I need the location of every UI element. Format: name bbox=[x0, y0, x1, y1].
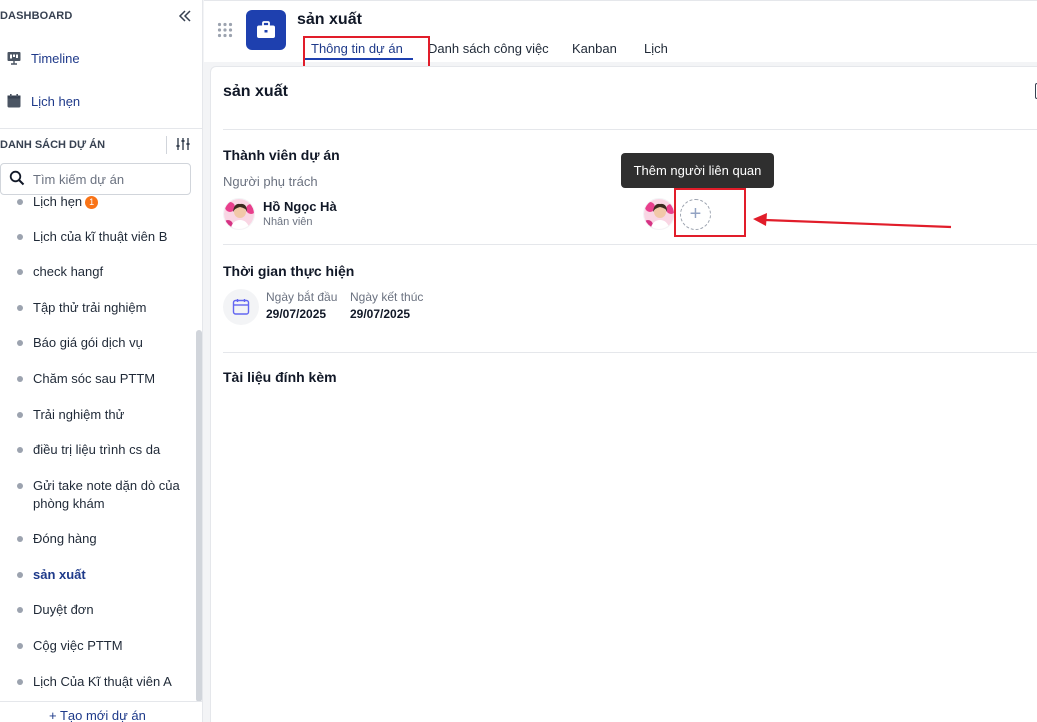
bullet-icon bbox=[17, 305, 23, 311]
calendar-icon bbox=[6, 93, 22, 109]
project-info-panel: sản xuất Thành viên dự án Người phụ trác… bbox=[210, 66, 1037, 722]
project-item[interactable]: Lịch Của Kĩ thuật viên A bbox=[0, 673, 196, 691]
bullet-icon bbox=[17, 447, 23, 453]
briefcase-icon bbox=[246, 10, 286, 50]
calendar-icon bbox=[223, 289, 259, 325]
page-title: sản xuất bbox=[297, 11, 362, 28]
project-label: Duyệt đơn bbox=[33, 602, 94, 617]
project-label: Tập thử trải nghiệm bbox=[33, 300, 147, 315]
bullet-icon bbox=[17, 572, 23, 578]
sidebar-item-timeline[interactable]: Timeline bbox=[6, 47, 80, 69]
timeline-icon bbox=[6, 50, 22, 66]
bullet-icon bbox=[17, 376, 23, 382]
bullet-icon bbox=[17, 340, 23, 346]
project-item[interactable]: điều trị liệu trình cs da bbox=[0, 441, 196, 459]
sidebar-item-label: Timeline bbox=[31, 50, 80, 66]
project-item-active[interactable]: sản xuất bbox=[0, 566, 196, 584]
divider bbox=[0, 701, 203, 702]
bullet-icon bbox=[17, 679, 23, 685]
highlight-box-add bbox=[674, 188, 746, 237]
project-label: Gửi take note dặn dò của phòng khám bbox=[33, 478, 180, 511]
start-date-value[interactable]: 29/07/2025 bbox=[266, 307, 326, 321]
avatar[interactable] bbox=[223, 198, 255, 230]
notification-badge: 1 bbox=[85, 196, 99, 209]
divider bbox=[223, 129, 1037, 130]
project-item[interactable]: Trải nghiệm thử bbox=[0, 406, 196, 424]
dashboard-label[interactable]: DASHBOARD bbox=[0, 10, 72, 22]
divider bbox=[223, 244, 1037, 245]
project-item[interactable]: Đóng hàng bbox=[0, 530, 196, 548]
annotation-arrow-icon bbox=[753, 213, 952, 229]
project-label: Trải nghiệm thử bbox=[33, 407, 125, 422]
timeline-heading: Thời gian thực hiện bbox=[223, 263, 355, 279]
panel-title: sản xuất bbox=[223, 83, 288, 100]
attachments-heading: Tài liệu đính kèm bbox=[223, 369, 337, 385]
project-item[interactable]: Tập thử trải nghiệm bbox=[0, 299, 196, 317]
project-list: Lịch hẹn 1 Lịch của kĩ thuật viên B check… bbox=[0, 196, 196, 701]
divider bbox=[0, 128, 203, 129]
bullet-icon bbox=[17, 412, 23, 418]
end-date-label: Ngày kết thúc bbox=[350, 290, 424, 304]
bullet-icon bbox=[17, 199, 23, 205]
project-item[interactable]: Báo giá gói dịch vụ bbox=[0, 334, 196, 352]
project-list-heading: DANH SÁCH DỰ ÁN bbox=[0, 139, 106, 151]
project-label: điều trị liệu trình cs da bbox=[33, 442, 161, 457]
project-label: Đóng hàng bbox=[33, 531, 97, 546]
project-label: Lịch của kĩ thuật viên B bbox=[33, 229, 168, 244]
project-item[interactable]: Lịch hẹn 1 bbox=[0, 196, 196, 211]
new-project-button[interactable]: + Tạo mới dự án bbox=[49, 708, 146, 722]
owner-role: Nhân viên bbox=[263, 216, 313, 228]
search-icon bbox=[9, 170, 25, 189]
members-heading: Thành viên dự án bbox=[223, 147, 340, 163]
apps-grid-icon[interactable] bbox=[217, 22, 233, 38]
tab-kanban[interactable]: Kanban bbox=[572, 41, 617, 59]
tab-task-list[interactable]: Danh sách công việc bbox=[428, 41, 549, 59]
sidebar-scrollbar[interactable] bbox=[196, 330, 202, 702]
owner-label: Người phụ trách bbox=[223, 174, 318, 189]
collapse-sidebar-icon[interactable] bbox=[176, 8, 194, 26]
bullet-icon bbox=[17, 483, 23, 489]
tooltip: Thêm người liên quan bbox=[621, 153, 774, 188]
project-label: Báo giá gói dịch vụ bbox=[33, 335, 143, 350]
filter-icon[interactable] bbox=[166, 136, 194, 154]
sidebar-item-appointments[interactable]: Lịch hẹn bbox=[6, 90, 80, 112]
tab-calendar[interactable]: Lịch bbox=[644, 41, 668, 59]
sidebar-item-label: Lịch hẹn bbox=[31, 93, 81, 109]
bullet-icon bbox=[17, 234, 23, 240]
project-item[interactable]: check hangf bbox=[0, 263, 196, 281]
end-date-value[interactable]: 29/07/2025 bbox=[350, 307, 410, 321]
bullet-icon bbox=[17, 643, 23, 649]
project-label: Lịch hẹn bbox=[33, 196, 83, 209]
project-search[interactable] bbox=[0, 163, 191, 195]
bullet-icon bbox=[17, 607, 23, 613]
search-input[interactable] bbox=[33, 171, 183, 187]
project-item[interactable]: Chăm sóc sau PTTM bbox=[0, 370, 196, 388]
project-label: Chăm sóc sau PTTM bbox=[33, 371, 156, 386]
project-item[interactable]: Lịch của kĩ thuật viên B bbox=[0, 228, 196, 246]
project-label: check hangf bbox=[33, 264, 104, 279]
project-label: Lịch Của Kĩ thuật viên A bbox=[33, 674, 172, 689]
bullet-icon bbox=[17, 536, 23, 542]
start-date-label: Ngày bắt đầu bbox=[266, 290, 338, 304]
bullet-icon bbox=[17, 269, 23, 275]
project-label: sản xuất bbox=[33, 567, 86, 582]
project-item[interactable]: Duyệt đơn bbox=[0, 601, 196, 619]
related-member-avatar[interactable] bbox=[643, 198, 675, 230]
project-label: Cộg việc PTTM bbox=[33, 638, 123, 653]
sidebar: DASHBOARD Timeline Lịch hẹn DANH SÁCH DỰ… bbox=[0, 0, 203, 722]
project-item[interactable]: Gửi take note dặn dò của phòng khám bbox=[0, 477, 196, 513]
owner-name: Hồ Ngọc Hà bbox=[263, 199, 337, 214]
project-item[interactable]: Cộg việc PTTM bbox=[0, 637, 196, 655]
divider bbox=[223, 352, 1037, 353]
